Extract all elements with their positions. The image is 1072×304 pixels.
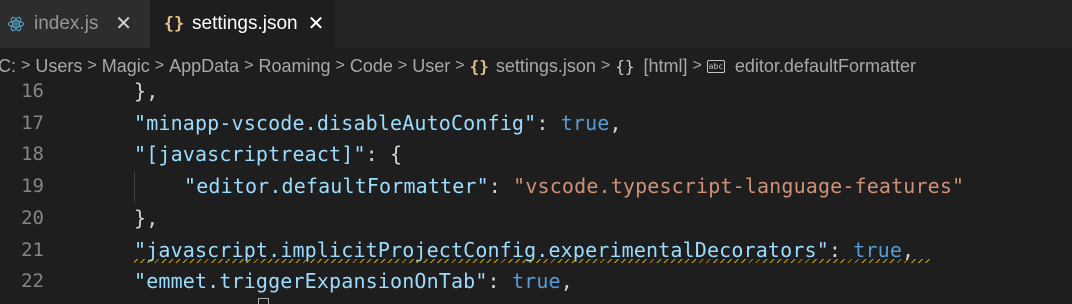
line-number: 19 [21, 175, 44, 198]
chevron-right-icon: > [692, 57, 702, 74]
breadcrumb-item-appdata[interactable]: AppData [169, 56, 239, 77]
code-editor[interactable]: 16 }, 17 "minapp-vscode.disableAutoConfi… [0, 76, 1072, 304]
code-text: }, [134, 205, 159, 230]
breadcrumb-item-users[interactable]: Users [35, 56, 82, 77]
code-line[interactable]: 18 "[javascriptreact]": { [0, 139, 1072, 171]
chevron-right-icon: > [335, 57, 345, 74]
code-line[interactable]: 22 "emmet.triggerExpansionOnTab": true, [0, 266, 1072, 298]
warning-squiggle [134, 259, 930, 263]
code-line[interactable]: 19 "editor.defaultFormatter": "vscode.ty… [0, 171, 1072, 203]
code-line[interactable]: 16 }, [0, 76, 1072, 108]
breadcrumb-item-html[interactable]: {} [html] [615, 56, 687, 77]
code-text: }, [134, 79, 159, 103]
tab-settings-json[interactable]: {} settings.json ✕ [150, 0, 335, 48]
react-icon [6, 15, 26, 33]
json-value: true [560, 110, 610, 135]
breadcrumb-item-user[interactable]: User [412, 56, 450, 77]
text-cursor [258, 298, 269, 304]
chevron-right-icon: > [397, 57, 408, 74]
json-open-brace: { [390, 142, 403, 167]
breadcrumb-item-settings-json[interactable]: {} settings.json [470, 56, 596, 77]
json-value: "vscode.typescript-language-features" [513, 174, 965, 199]
code-line[interactable]: 20 }, [0, 203, 1072, 235]
json-value: true [511, 269, 561, 294]
breadcrumb-item-default-formatter[interactable]: abc editor.defaultFormatter [706, 56, 916, 77]
json-key: "emmet.triggerExpansionOnTab" [134, 269, 488, 294]
tab-bar: index.js ✕ {} settings.json ✕ [0, 0, 1072, 48]
close-icon[interactable]: ✕ [115, 14, 132, 34]
json-key: "javascript.implicitProjectConfig.experi… [134, 237, 829, 262]
code-line[interactable]: 17 "minapp-vscode.disableAutoConfig": tr… [0, 108, 1072, 140]
chevron-right-icon: > [21, 57, 31, 74]
breadcrumb-item-drive[interactable]: C: [0, 56, 16, 77]
json-key: "[javascriptreact]" [134, 142, 366, 167]
chevron-right-icon: > [244, 57, 254, 74]
tab-index-js[interactable]: index.js ✕ [0, 0, 150, 48]
chevron-right-icon: > [455, 57, 465, 74]
json-key: "minapp-vscode.disableAutoConfig" [134, 110, 537, 135]
line-number: 17 [21, 111, 44, 134]
chevron-right-icon: > [87, 57, 97, 74]
object-braces-icon: {} [615, 56, 635, 76]
tab-label: settings.json [192, 13, 298, 34]
line-number: 22 [21, 270, 44, 293]
tab-label: index.js [34, 13, 99, 34]
line-number: 21 [21, 238, 44, 261]
line-number: 18 [21, 143, 44, 166]
close-icon[interactable]: ✕ [308, 14, 325, 34]
breadcrumb-item-magic[interactable]: Magic [102, 56, 150, 77]
breadcrumb-item-roaming[interactable]: Roaming [258, 56, 330, 77]
chevron-right-icon: > [154, 57, 165, 74]
line-number: 20 [21, 206, 44, 229]
line-number: 16 [21, 80, 44, 102]
json-braces-icon: {} [163, 14, 185, 34]
breadcrumb-item-code[interactable]: Code [350, 56, 393, 77]
json-value: true [853, 237, 903, 262]
json-braces-icon: {} [469, 56, 489, 76]
string-abc-icon: abc [706, 59, 725, 73]
chevron-right-icon: > [600, 57, 611, 74]
json-key: "editor.defaultFormatter" [184, 174, 489, 199]
